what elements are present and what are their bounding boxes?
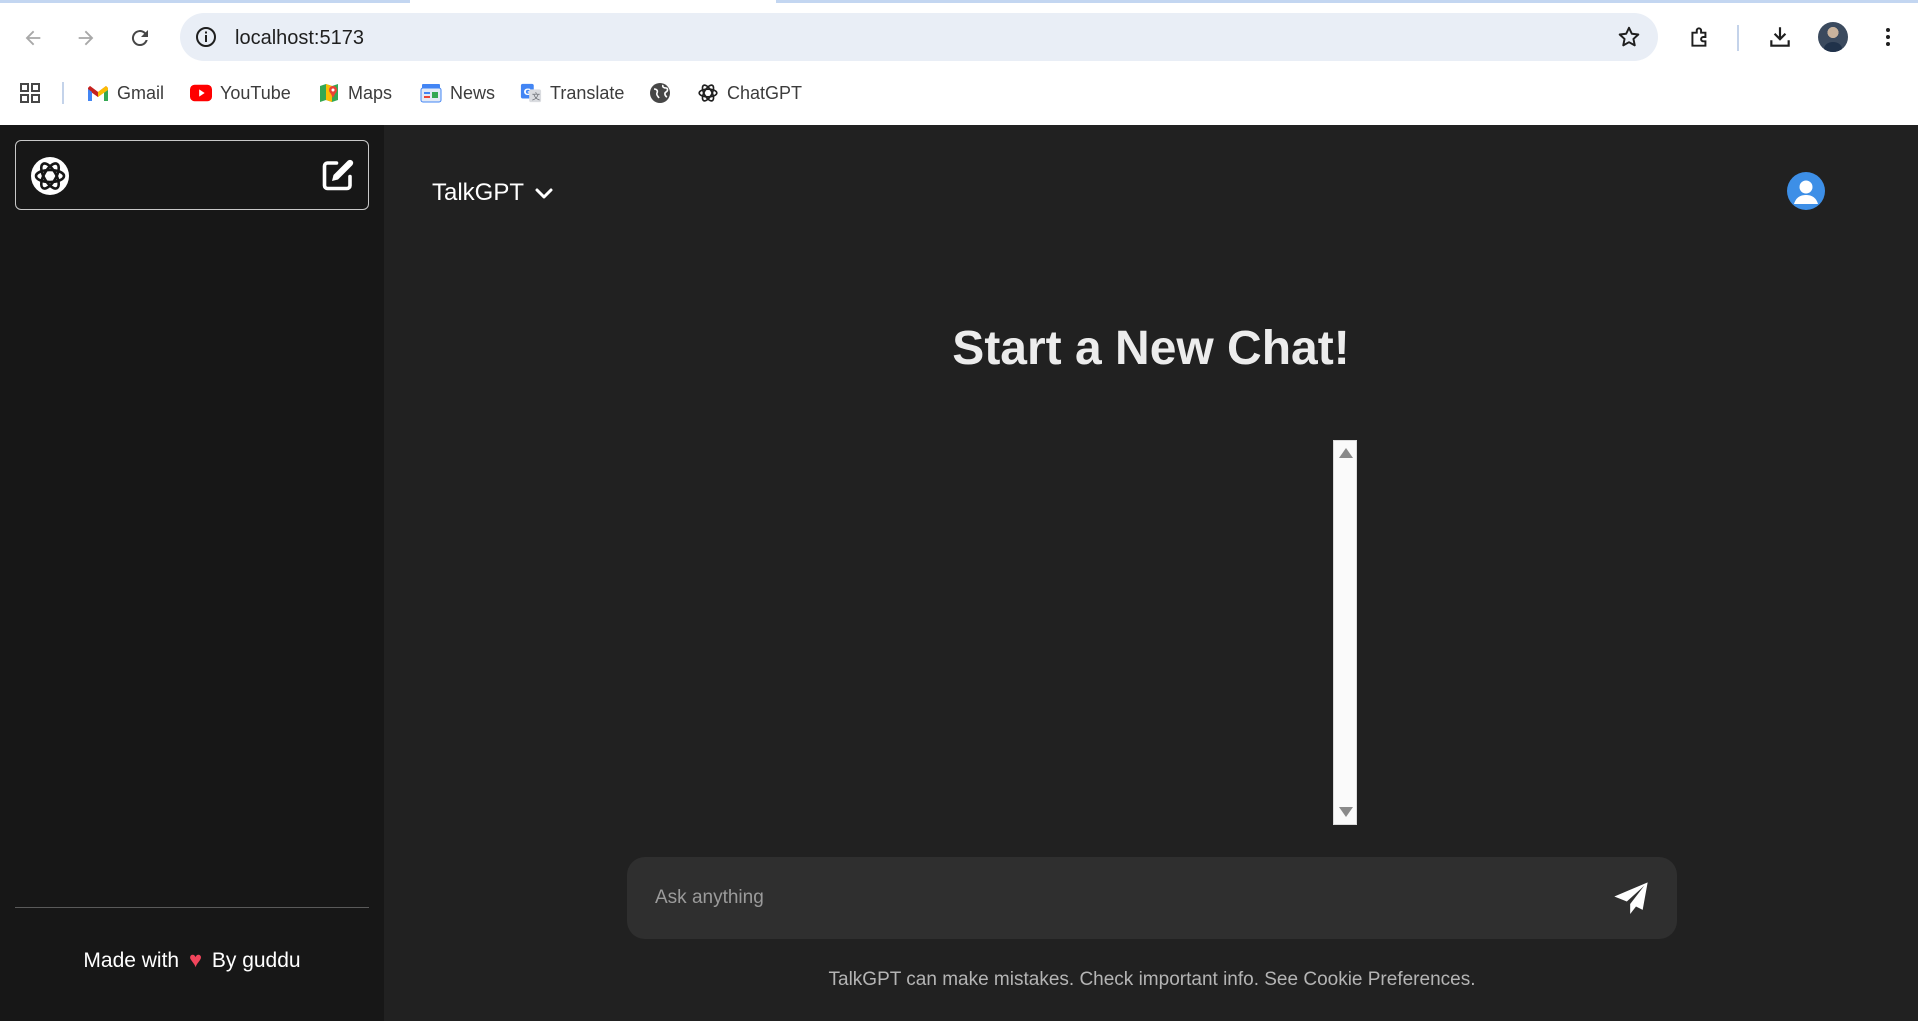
bookmark-maps[interactable]: Maps <box>318 76 392 110</box>
model-name: TalkGPT <box>432 179 525 206</box>
bookmark-label: Gmail <box>117 82 165 103</box>
bookmarks-separator <box>62 82 64 104</box>
info-icon[interactable] <box>194 25 218 49</box>
new-chat-edit-icon[interactable] <box>320 157 356 193</box>
puzzle-icon <box>1691 27 1707 47</box>
arrow-right-icon <box>78 30 94 46</box>
sidebar-divider <box>15 907 369 908</box>
browser-menu-button[interactable] <box>1873 22 1903 52</box>
user-icon <box>1794 180 1818 204</box>
translate-icon: G文 <box>520 82 542 104</box>
news-icon <box>420 82 442 104</box>
bookmark-news[interactable]: News <box>420 76 495 110</box>
disclaimer-text: TalkGPT can make mistakes. Check importa… <box>828 969 1476 990</box>
chatgpt-icon <box>697 82 719 104</box>
openai-logo-icon[interactable] <box>30 156 70 196</box>
toolbar-separator <box>1737 25 1739 51</box>
chat-composer <box>627 857 1677 939</box>
back-button[interactable] <box>15 20 51 56</box>
download-icon <box>1770 27 1790 47</box>
model-selector[interactable]: TalkGPT <box>432 179 556 207</box>
tab-strip <box>0 0 410 3</box>
page-title: Start a New Chat! <box>952 322 1350 375</box>
globe-icon <box>649 82 671 104</box>
chat-scrollbar[interactable] <box>1333 440 1357 825</box>
reload-icon <box>131 30 148 47</box>
forward-button[interactable] <box>68 20 104 56</box>
bookmark-chatgpt[interactable]: ChatGPT <box>697 76 802 110</box>
chat-messages-area <box>384 440 1358 825</box>
youtube-icon <box>190 82 212 104</box>
maps-icon <box>318 82 340 104</box>
heart-icon: ♥ <box>188 947 203 972</box>
chevron-down-icon <box>535 188 553 199</box>
bookmark-label: Maps <box>348 82 393 103</box>
bookmark-youtube[interactable]: YouTube <box>190 76 291 110</box>
extensions-button[interactable] <box>1685 22 1715 52</box>
footer-prefix: Made with <box>83 949 180 972</box>
main-panel: TalkGPT Start a New Chat! TalkGPT can ma… <box>384 125 1918 1021</box>
star-bookmark-icon[interactable] <box>1616 24 1642 50</box>
browser-chrome: localhost:5173 Gmail YouTube Maps News G… <box>0 0 1918 125</box>
profile-avatar[interactable] <box>1818 22 1848 52</box>
downloads-button[interactable] <box>1765 22 1795 52</box>
bookmark-label: News <box>450 82 496 103</box>
bookmark-label: ChatGPT <box>727 82 803 103</box>
svg-text:文: 文 <box>532 91 540 101</box>
chat-input[interactable] <box>655 881 1555 915</box>
arrow-left-icon <box>25 30 41 46</box>
user-avatar-button[interactable] <box>1787 172 1825 210</box>
tab-strip <box>776 0 1918 3</box>
scroll-down-arrow-icon[interactable] <box>1339 807 1353 817</box>
url-text[interactable]: localhost:5173 <box>235 27 364 50</box>
bookmark-globe[interactable] <box>649 76 679 110</box>
footer-author: By guddu <box>211 949 301 972</box>
bookmarks-bar: Gmail YouTube Maps News G文 Translate Cha… <box>0 76 1918 110</box>
bookmark-label: YouTube <box>220 82 291 103</box>
address-bar[interactable]: localhost:5173 <box>180 13 1658 61</box>
apps-button[interactable] <box>18 76 42 110</box>
bookmark-translate[interactable]: G文 Translate <box>520 76 624 110</box>
sidebar-footer: Made with ♥ By guddu <box>0 947 384 973</box>
send-icon[interactable] <box>1611 879 1651 919</box>
apps-grid-icon <box>20 83 40 103</box>
bookmark-gmail[interactable]: Gmail <box>87 76 164 110</box>
bookmark-label: Translate <box>550 82 625 103</box>
kebab-menu-icon <box>1886 28 1890 46</box>
scroll-up-arrow-icon[interactable] <box>1339 448 1353 458</box>
gmail-icon <box>87 82 109 104</box>
reload-button[interactable] <box>122 20 158 56</box>
sidebar-header <box>15 140 369 210</box>
sidebar: Made with ♥ By guddu <box>0 125 384 1021</box>
